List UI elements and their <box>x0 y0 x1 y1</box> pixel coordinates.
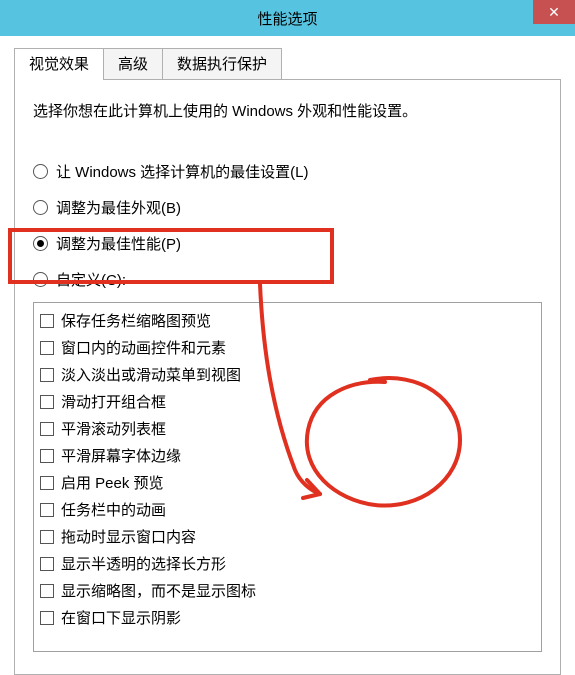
list-item[interactable]: 显示半透明的选择长方形 <box>40 550 535 577</box>
close-icon: ✕ <box>548 4 560 21</box>
list-item[interactable]: 显示缩略图，而不是显示图标 <box>40 577 535 604</box>
checkbox-label: 拖动时显示窗口内容 <box>61 526 196 547</box>
radio-best-appearance[interactable]: 调整为最佳外观(B) <box>33 194 542 220</box>
radio-icon <box>33 164 48 179</box>
radio-let-windows-choose[interactable]: 让 Windows 选择计算机的最佳设置(L) <box>33 158 542 184</box>
content-area: 视觉效果 高级 数据执行保护 选择你想在此计算机上使用的 Windows 外观和… <box>0 36 575 675</box>
checkbox-icon <box>40 314 54 328</box>
list-item[interactable]: 保存任务栏缩略图预览 <box>40 307 535 334</box>
radio-custom[interactable]: 自定义(C): <box>33 266 542 292</box>
list-item[interactable]: 启用 Peek 预览 <box>40 469 535 496</box>
checkbox-icon <box>40 584 54 598</box>
checkbox-label: 平滑滚动列表框 <box>61 418 166 439</box>
close-button[interactable]: ✕ <box>533 0 575 24</box>
radio-icon <box>33 272 48 287</box>
checkbox-label: 显示半透明的选择长方形 <box>61 553 226 574</box>
list-item[interactable]: 平滑屏幕字体边缘 <box>40 442 535 469</box>
checkbox-icon <box>40 476 54 490</box>
list-item[interactable]: 窗口内的动画控件和元素 <box>40 334 535 361</box>
checkbox-icon <box>40 422 54 436</box>
checkbox-label: 在窗口下显示阴影 <box>61 607 181 628</box>
checkbox-icon <box>40 341 54 355</box>
tab-panel: 选择你想在此计算机上使用的 Windows 外观和性能设置。 让 Windows… <box>14 80 561 675</box>
checkbox-icon <box>40 611 54 625</box>
radio-icon <box>33 200 48 215</box>
checkbox-label: 任务栏中的动画 <box>61 499 166 520</box>
tab-label: 视觉效果 <box>29 56 89 73</box>
checkbox-icon <box>40 395 54 409</box>
checkbox-label: 滑动打开组合框 <box>61 391 166 412</box>
checkbox-label: 保存任务栏缩略图预览 <box>61 310 211 331</box>
list-item[interactable]: 滑动打开组合框 <box>40 388 535 415</box>
radio-icon <box>33 236 48 251</box>
radio-label: 自定义(C): <box>56 269 126 290</box>
checkbox-icon <box>40 557 54 571</box>
list-item[interactable]: 平滑滚动列表框 <box>40 415 535 442</box>
checkbox-label: 启用 Peek 预览 <box>61 472 164 493</box>
checkbox-label: 显示缩略图，而不是显示图标 <box>61 580 256 601</box>
radio-label: 让 Windows 选择计算机的最佳设置(L) <box>56 161 309 182</box>
list-item[interactable]: 拖动时显示窗口内容 <box>40 523 535 550</box>
tab-dep[interactable]: 数据执行保护 <box>162 48 282 79</box>
checkbox-label: 平滑屏幕字体边缘 <box>61 445 181 466</box>
radio-best-performance[interactable]: 调整为最佳性能(P) <box>33 230 542 256</box>
radio-label: 调整为最佳性能(P) <box>56 233 181 254</box>
list-item[interactable]: 任务栏中的动画 <box>40 496 535 523</box>
effects-checklist[interactable]: 保存任务栏缩略图预览 窗口内的动画控件和元素 淡入淡出或滑动菜单到视图 滑动打开… <box>33 302 542 652</box>
checkbox-label: 窗口内的动画控件和元素 <box>61 337 226 358</box>
checkbox-icon <box>40 449 54 463</box>
radio-label: 调整为最佳外观(B) <box>56 197 181 218</box>
checkbox-label: 淡入淡出或滑动菜单到视图 <box>61 364 241 385</box>
description-text: 选择你想在此计算机上使用的 Windows 外观和性能设置。 <box>33 100 542 124</box>
tab-advanced[interactable]: 高级 <box>103 48 163 79</box>
list-item[interactable]: 在窗口下显示阴影 <box>40 604 535 631</box>
window-title: 性能选项 <box>0 8 575 29</box>
checkbox-icon <box>40 503 54 517</box>
checkbox-icon <box>40 530 54 544</box>
tab-strip: 视觉效果 高级 数据执行保护 <box>14 48 561 80</box>
tab-label: 高级 <box>118 56 148 73</box>
tab-label: 数据执行保护 <box>177 56 267 73</box>
list-item[interactable]: 淡入淡出或滑动菜单到视图 <box>40 361 535 388</box>
titlebar: 性能选项 ✕ <box>0 0 575 36</box>
checkbox-icon <box>40 368 54 382</box>
tab-visual-effects[interactable]: 视觉效果 <box>14 48 104 80</box>
